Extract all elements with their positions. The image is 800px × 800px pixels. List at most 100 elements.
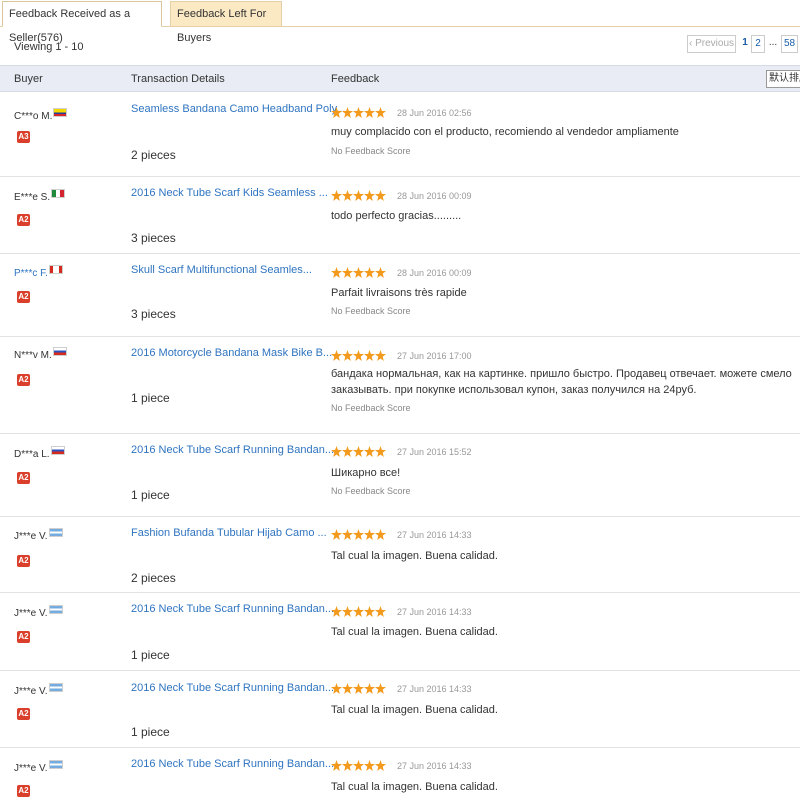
buyer-name: D***a L.	[14, 449, 50, 460]
star-icon	[375, 529, 386, 540]
star-icon	[364, 529, 375, 540]
product-link[interactable]: 2016 Neck Tube Scarf Running Bandan...	[131, 603, 334, 615]
star-rating	[331, 350, 386, 364]
feedback-comment: muy complacido con el producto, recomien…	[331, 126, 679, 138]
buyer-cell: J***e V.	[14, 683, 63, 697]
star-icon	[331, 760, 342, 771]
star-icon	[353, 529, 364, 540]
buyer-level-badge: A2	[17, 291, 30, 303]
star-icon	[375, 190, 386, 201]
buyer-cell: D***a L.	[14, 446, 65, 460]
feedback-comment: Tal cual la imagen. Buena calidad.	[331, 781, 498, 793]
country-flag-icon	[48, 528, 63, 537]
feedback-tabs: Feedback Received as a Seller(576) Feedb…	[0, 0, 800, 44]
buyer-cell: C***o M.	[14, 108, 68, 122]
buyer-level-badge: A2	[17, 374, 30, 386]
feedback-date: 27 Jun 2016 14:33	[397, 530, 472, 540]
buyer-name: N***v M.	[14, 350, 52, 361]
feedback-comment: Tal cual la imagen. Buena calidad.	[331, 704, 498, 716]
star-icon	[342, 683, 353, 694]
star-icon	[353, 350, 364, 361]
star-icon	[342, 529, 353, 540]
page-1-current: 1	[738, 35, 752, 53]
product-link[interactable]: Seamless Bandana Camo Headband Poly...	[131, 103, 345, 115]
feedback-row: N***v M. A2 2016 Motorcycle Bandana Mask B…	[0, 337, 800, 434]
column-header-buyer: Buyer	[14, 73, 43, 85]
feedback-score: No Feedback Score	[331, 146, 411, 156]
buyer-name: J***e V.	[14, 686, 48, 697]
feedback-comment: бандака нормальная, как на картинке. при…	[331, 368, 792, 396]
quantity: 3 pieces	[131, 307, 176, 321]
feedback-score: No Feedback Score	[331, 486, 411, 496]
star-icon	[353, 267, 364, 278]
buyer-cell: J***e V.	[14, 528, 63, 542]
star-icon	[331, 683, 342, 694]
product-link[interactable]: 2016 Neck Tube Scarf Running Bandan...	[131, 758, 334, 770]
quantity: 1 piece	[131, 725, 170, 739]
country-flag-icon	[48, 683, 63, 692]
column-header-transaction-details: Transaction Details	[131, 73, 225, 85]
product-link[interactable]: 2016 Neck Tube Scarf Running Bandan...	[131, 444, 334, 456]
star-icon	[353, 760, 364, 771]
star-rating	[331, 267, 386, 281]
star-icon	[342, 190, 353, 201]
star-rating	[331, 529, 386, 543]
star-icon	[375, 760, 386, 771]
buyer-cell: N***v M.	[14, 347, 67, 361]
country-flag-icon	[53, 108, 68, 117]
buyer-cell: J***e V.	[14, 605, 63, 619]
column-header-feedback: Feedback	[331, 73, 380, 85]
page-2-link[interactable]: 2	[751, 35, 765, 53]
quantity: 1 piece	[131, 488, 170, 502]
star-icon	[364, 190, 375, 201]
product-link[interactable]: Fashion Bufanda Tubular Hijab Camo ...	[131, 527, 327, 539]
product-link[interactable]: 2016 Motorcycle Bandana Mask Bike B...	[131, 347, 332, 359]
feedback-comment: Tal cual la imagen. Buena calidad.	[331, 626, 498, 638]
feedback-comment: Parfait livraisons très rapide	[331, 287, 467, 299]
buyer-cell: P***c F.	[14, 265, 63, 279]
feedback-comment: todo perfecto gracias.........	[331, 210, 462, 222]
country-flag-icon	[48, 760, 63, 769]
country-flag-icon	[52, 347, 67, 356]
star-rating	[331, 606, 386, 620]
star-icon	[364, 267, 375, 278]
viewing-range: Viewing 1 - 10	[14, 41, 84, 53]
product-link[interactable]: 2016 Neck Tube Scarf Running Bandan...	[131, 682, 334, 694]
star-icon	[364, 606, 375, 617]
star-icon	[331, 529, 342, 540]
star-icon	[331, 606, 342, 617]
country-flag-icon	[51, 189, 66, 198]
feedback-score: No Feedback Score	[331, 403, 411, 413]
previous-page-button[interactable]: ‹ Previous	[687, 35, 736, 53]
buyer-name: C***o M.	[14, 111, 53, 122]
star-icon	[331, 190, 342, 201]
star-icon	[331, 446, 342, 457]
quantity: 3 pieces	[131, 231, 176, 245]
tab-feedback-left[interactable]: Feedback Left For Buyers	[170, 1, 282, 44]
buyer-level-badge: A2	[17, 214, 30, 226]
product-link[interactable]: Skull Scarf Multifunctional Seamles...	[131, 264, 312, 276]
star-icon	[353, 446, 364, 457]
buyer-level-badge: A2	[17, 785, 30, 797]
buyer-cell: E***e S.	[14, 189, 66, 203]
quantity: 2 pieces	[131, 571, 176, 585]
star-rating	[331, 190, 386, 204]
buyer-name: J***e V.	[14, 763, 48, 774]
feedback-date: 27 Jun 2016 14:33	[397, 607, 472, 617]
star-icon	[331, 107, 342, 118]
star-icon	[331, 350, 342, 361]
buyer-level-badge: A3	[17, 131, 30, 143]
star-icon	[353, 606, 364, 617]
page-58-link[interactable]: 58	[781, 35, 798, 53]
quantity: 2 pieces	[131, 148, 176, 162]
buyer-cell: J***e V.	[14, 760, 63, 774]
star-rating	[331, 446, 386, 460]
product-link[interactable]: 2016 Neck Tube Scarf Kids Seamless ...	[131, 187, 328, 199]
buyer-name: J***e V.	[14, 608, 48, 619]
feedback-date: 28 Jun 2016 00:09	[397, 268, 472, 278]
star-icon	[364, 446, 375, 457]
feedback-comment: Шикарно все!	[331, 467, 401, 479]
tab-feedback-received[interactable]: Feedback Received as a Seller(576)	[2, 1, 162, 44]
star-icon	[375, 446, 386, 457]
sort-select[interactable]: 默认排序	[766, 70, 800, 88]
